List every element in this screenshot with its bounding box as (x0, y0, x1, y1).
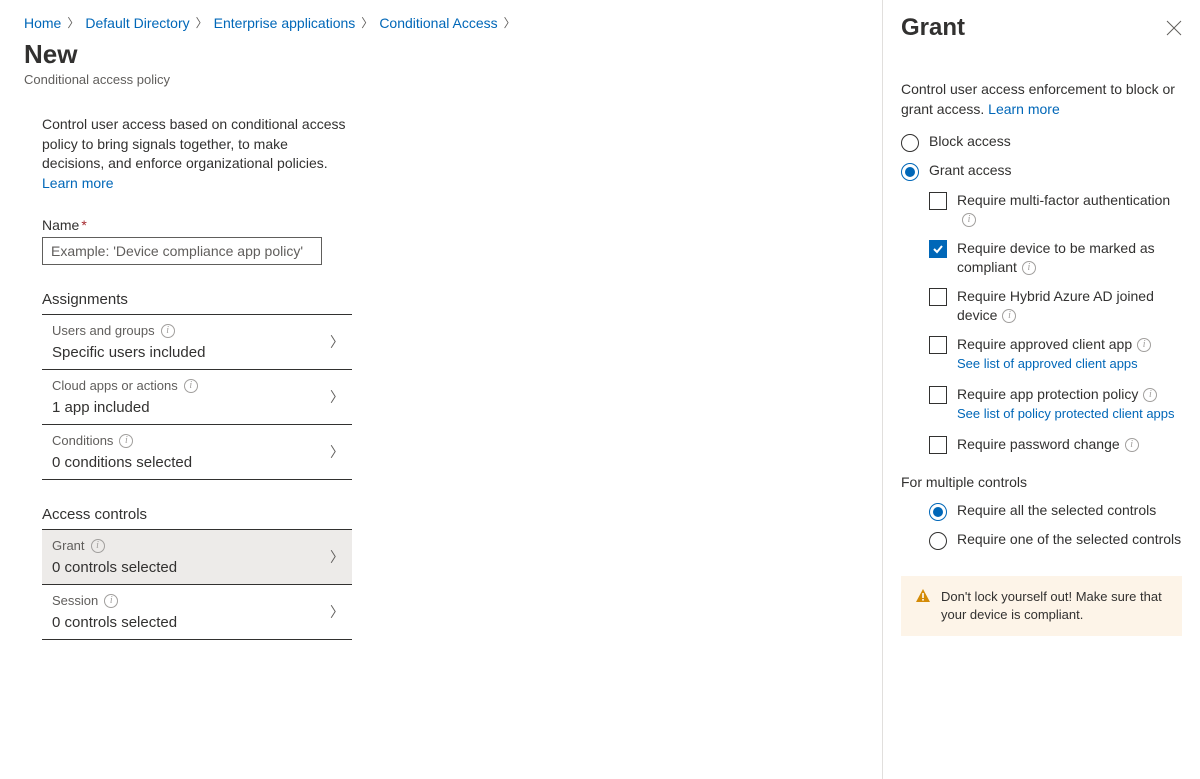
checkbox-icon (929, 288, 947, 306)
link-policy-protected-client-apps[interactable]: See list of policy protected client apps (957, 406, 1182, 421)
checkbox-icon (929, 240, 947, 258)
breadcrumb: Home 〉 Default Directory 〉 Enterprise ap… (24, 14, 858, 31)
breadcrumb-directory[interactable]: Default Directory (85, 15, 189, 31)
intro-text: Control user access based on conditional… (42, 115, 352, 193)
main-content: Home 〉 Default Directory 〉 Enterprise ap… (0, 0, 882, 779)
checkbox-icon (929, 436, 947, 454)
chevron-right-icon: 〉 (196, 14, 208, 31)
row-grant[interactable]: Grant i 0 controls selected 〉 (42, 530, 352, 585)
breadcrumb-home[interactable]: Home (24, 15, 61, 31)
radio-icon (929, 532, 947, 550)
info-icon[interactable]: i (91, 539, 105, 553)
info-icon[interactable]: i (1125, 438, 1139, 452)
chevron-right-icon: 〉 (504, 14, 516, 31)
panel-description: Control user access enforcement to block… (901, 80, 1182, 119)
check-require-app-protection-policy[interactable]: Require app protection policyi (929, 385, 1182, 404)
chevron-right-icon: 〉 (67, 14, 79, 31)
close-icon[interactable] (1166, 20, 1182, 36)
check-require-hybrid-azure-ad[interactable]: Require Hybrid Azure AD joined devicei (929, 287, 1182, 325)
link-approved-client-apps[interactable]: See list of approved client apps (957, 356, 1182, 371)
chevron-right-icon: 〉 (330, 547, 344, 567)
chevron-right-icon: 〉 (330, 602, 344, 622)
checkbox-icon (929, 336, 947, 354)
chevron-right-icon: 〉 (330, 442, 344, 462)
assignments-heading: Assignments (42, 291, 352, 315)
multiple-controls-heading: For multiple controls (901, 474, 1182, 490)
grant-panel: Grant Control user access enforcement to… (882, 0, 1200, 779)
radio-block-access[interactable]: Block access (901, 133, 1182, 152)
radio-icon (901, 163, 919, 181)
check-require-compliant-device[interactable]: Require device to be marked as compliant… (929, 239, 1182, 277)
name-input[interactable] (42, 237, 322, 265)
chevron-right-icon: 〉 (330, 387, 344, 407)
info-icon[interactable]: i (1022, 261, 1036, 275)
info-icon[interactable]: i (1143, 388, 1157, 402)
access-controls-heading: Access controls (42, 506, 352, 530)
checkbox-icon (929, 386, 947, 404)
radio-icon (901, 134, 919, 152)
info-icon[interactable]: i (962, 213, 976, 227)
check-require-approved-client-app[interactable]: Require approved client appi (929, 335, 1182, 354)
row-users-and-groups[interactable]: Users and groups i Specific users includ… (42, 315, 352, 370)
name-field-label: Name* (42, 217, 352, 233)
info-icon[interactable]: i (1137, 338, 1151, 352)
breadcrumb-conditional-access[interactable]: Conditional Access (379, 15, 497, 31)
row-session[interactable]: Session i 0 controls selected 〉 (42, 585, 352, 640)
info-icon[interactable]: i (119, 434, 133, 448)
check-require-mfa[interactable]: Require multi-factor authenticationi (929, 191, 1182, 229)
radio-icon (929, 503, 947, 521)
radio-grant-access[interactable]: Grant access (901, 162, 1182, 181)
info-icon[interactable]: i (184, 379, 198, 393)
checkbox-icon (929, 192, 947, 210)
row-conditions[interactable]: Conditions i 0 conditions selected 〉 (42, 425, 352, 480)
breadcrumb-enterprise-apps[interactable]: Enterprise applications (214, 15, 356, 31)
panel-learn-more-link[interactable]: Learn more (988, 101, 1060, 117)
panel-title: Grant (901, 14, 965, 42)
page-title: New (24, 39, 858, 70)
warning-icon (915, 588, 931, 604)
page-subtitle: Conditional access policy (24, 72, 858, 87)
row-cloud-apps[interactable]: Cloud apps or actions i 1 app included 〉 (42, 370, 352, 425)
info-icon[interactable]: i (1002, 309, 1016, 323)
info-icon[interactable]: i (104, 594, 118, 608)
chevron-right-icon: 〉 (361, 14, 373, 31)
learn-more-link[interactable]: Learn more (42, 175, 114, 191)
warning-message: Don't lock yourself out! Make sure that … (901, 576, 1182, 636)
info-icon[interactable]: i (161, 324, 175, 338)
check-require-password-change[interactable]: Require password changei (929, 435, 1182, 454)
radio-require-all-controls[interactable]: Require all the selected controls (929, 502, 1182, 521)
radio-require-one-control[interactable]: Require one of the selected controls (929, 531, 1182, 550)
chevron-right-icon: 〉 (330, 332, 344, 352)
